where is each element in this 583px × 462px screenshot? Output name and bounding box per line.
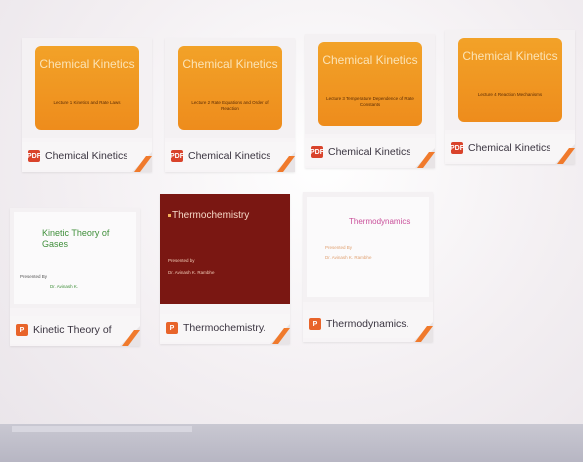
file-card[interactable]: Chemical Kinetics Lecture 3 Temperature … (305, 34, 435, 168)
drive-corner-icon (275, 152, 295, 172)
file-thumbnail[interactable]: Chemical Kinetics Lecture 4 Reaction Mec… (445, 30, 575, 130)
file-thumbnail[interactable]: Chemical Kinetics Lecture 2 Rate Equatio… (165, 38, 295, 138)
slide-presenter: Dr. Avinash K. (50, 284, 79, 289)
taskbar (0, 424, 583, 462)
file-card[interactable]: Thermodynamics Presented By Dr. Avinash … (303, 192, 433, 342)
pdf-icon: PDF (310, 146, 324, 158)
drive-corner-icon (120, 326, 140, 346)
slide-title: Thermodynamics (349, 217, 411, 226)
file-name: Chemical Kinetics -... (328, 146, 410, 158)
drive-corner-icon (132, 152, 152, 172)
slides-icon: P (166, 322, 178, 334)
pdf-icon: PDF (170, 150, 184, 162)
drive-corner-icon (555, 144, 575, 164)
bullet-icon (168, 214, 171, 217)
slide-preview: Kinetic Theory of Gases Presented By Dr.… (14, 212, 136, 304)
slide-title: Chemical Kinetics (322, 53, 418, 67)
slide-title: Thermochemistry (172, 210, 250, 221)
slide-preview: Chemical Kinetics Lecture 2 Rate Equatio… (178, 46, 282, 130)
pdf-icon: PDF (450, 142, 464, 154)
file-thumbnail[interactable]: Kinetic Theory of Gases Presented By Dr.… (10, 208, 140, 308)
slide-preview: Chemical Kinetics Lecture 4 Reaction Mec… (458, 38, 562, 122)
slides-icon: P (16, 324, 28, 336)
pdf-icon: PDF (27, 150, 41, 162)
slide-presenter-label: Presented By (20, 274, 48, 279)
drive-corner-icon (415, 148, 435, 168)
file-card[interactable]: Chemical Kinetics Lecture 4 Reaction Mec… (445, 30, 575, 164)
slide-title: Chemical Kinetics (182, 57, 278, 71)
file-card[interactable]: Thermochemistry Presented by Dr. Avinash… (160, 194, 290, 344)
file-name: Kinetic Theory of G... (33, 324, 115, 336)
slide-presenter-label: Presented by (168, 258, 195, 263)
slides-icon: P (309, 318, 321, 330)
slide-subtitle: Lecture 3 Temperature Dependence of Rate… (326, 96, 414, 107)
file-name: Chemical Kinetics ... (188, 150, 270, 162)
file-thumbnail[interactable]: Thermodynamics Presented By Dr. Avinash … (303, 192, 433, 302)
file-card[interactable]: Chemical Kinetics Lecture 1 Kinetics and… (22, 38, 152, 172)
file-card[interactable]: Kinetic Theory of Gases Presented By Dr.… (10, 208, 140, 346)
drive-corner-icon (413, 322, 433, 342)
file-thumbnail[interactable]: Thermochemistry Presented by Dr. Avinash… (160, 194, 290, 304)
slide-preview: Chemical Kinetics Lecture 3 Temperature … (318, 42, 422, 126)
file-card[interactable]: Chemical Kinetics Lecture 2 Rate Equatio… (165, 38, 295, 172)
slide-title: Chemical Kinetics (39, 57, 135, 71)
slide-preview: Chemical Kinetics Lecture 1 Kinetics and… (35, 46, 139, 130)
slide-subtitle: Lecture 4 Reaction Mechanisms (477, 92, 543, 97)
slide-preview: Thermochemistry Presented by Dr. Avinash… (160, 194, 290, 304)
slide-title: Kinetic Theory of Gases (42, 228, 110, 249)
slide-title: Chemical Kinetics (462, 49, 558, 63)
file-browser-screen: Chemical Kinetics Lecture 1 Kinetics and… (0, 0, 583, 462)
scrollbar[interactable] (12, 426, 192, 432)
file-name: Chemical Kinetics ... (468, 142, 550, 154)
slide-subtitle: Lecture 1 Kinetics and Rate Laws (53, 100, 121, 105)
file-name: Chemical Kinetics ... (45, 150, 127, 162)
slide-presenter: Dr. Avinash K. Rambhe (168, 270, 215, 275)
slide-preview: Thermodynamics Presented By Dr. Avinash … (307, 197, 429, 297)
slide-presenter-label: Presented By (325, 245, 353, 250)
file-thumbnail[interactable]: Chemical Kinetics Lecture 1 Kinetics and… (22, 38, 152, 138)
file-thumbnail[interactable]: Chemical Kinetics Lecture 3 Temperature … (305, 34, 435, 134)
slide-subtitle: Lecture 2 Rate Equations and Order of Re… (191, 100, 269, 111)
slide-presenter: Dr. Avinash K. Rambhe (325, 255, 372, 260)
drive-corner-icon (270, 324, 290, 344)
file-name: Thermodynamics.p... (326, 318, 408, 330)
file-name: Thermochemistry.... (183, 322, 265, 334)
